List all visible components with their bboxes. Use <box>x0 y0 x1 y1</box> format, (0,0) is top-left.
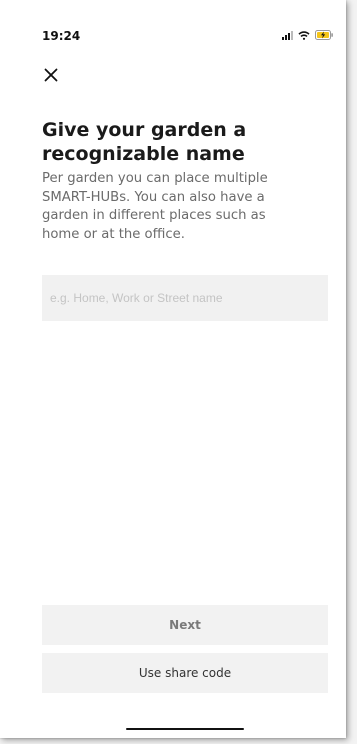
page-title: Give your garden a recognizable name <box>42 119 247 165</box>
garden-name-input[interactable] <box>42 275 328 321</box>
status-icons <box>282 30 334 40</box>
page-description: Per garden you can place multiple SMART-… <box>42 171 268 242</box>
signal-icon <box>282 30 293 40</box>
use-share-code-button[interactable]: Use share code <box>42 653 328 693</box>
status-bar: 19:24 <box>0 0 346 50</box>
next-button[interactable]: Next <box>42 605 328 645</box>
home-indicator <box>126 728 244 730</box>
wifi-icon <box>298 30 310 40</box>
status-time: 19:24 <box>42 29 81 43</box>
close-icon[interactable] <box>40 64 62 86</box>
battery-charging-icon <box>315 30 333 40</box>
phone-screen: 19:24 Give your garden a recognizable na… <box>0 0 346 738</box>
